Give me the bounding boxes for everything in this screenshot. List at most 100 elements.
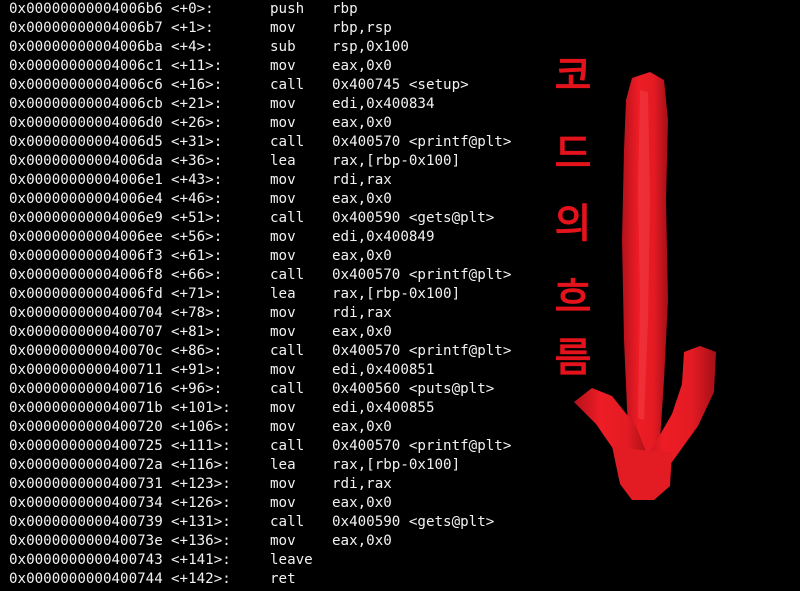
instruction-mnemonic: mov bbox=[270, 362, 296, 378]
instruction-offset: <+71>: bbox=[171, 286, 223, 302]
instruction-address: 0x000000000040071b bbox=[9, 400, 163, 416]
disassembly-line: 0x0000000000400744 <+142>: ret bbox=[9, 570, 549, 589]
instruction-address: 0x0000000000400704 bbox=[9, 305, 163, 321]
instruction-address: 0x0000000000400707 bbox=[9, 324, 163, 340]
instruction-address: 0x00000000004006e1 bbox=[9, 172, 163, 188]
instruction-offset: <+26>: bbox=[171, 115, 223, 131]
disassembly-line: 0x0000000000400711 <+91>: mov edi,0x400851 bbox=[9, 361, 549, 380]
instruction-offset: <+96>: bbox=[171, 381, 223, 397]
disassembly-line: 0x00000000004006c6 <+16>: call 0x400745 <se… bbox=[9, 76, 549, 95]
instruction-address: 0x00000000004006f8 bbox=[9, 267, 163, 283]
instruction-address: 0x00000000004006f3 bbox=[9, 248, 163, 264]
instruction-offset: <+11>: bbox=[171, 58, 223, 74]
instruction-operands: 0x400570 <printf@plt> bbox=[332, 134, 512, 150]
instruction-offset: <+123>: bbox=[171, 476, 231, 492]
instruction-operands: rsp,0x100 bbox=[332, 39, 409, 55]
disassembly-line: 0x00000000004006b6 <+0>: push rbp bbox=[9, 0, 549, 19]
instruction-mnemonic: mov bbox=[270, 533, 296, 549]
instruction-operands: eax,0x0 bbox=[332, 191, 392, 207]
instruction-mnemonic: mov bbox=[270, 191, 296, 207]
disassembly-line: 0x000000000040073e <+136>: mov eax,0x0 bbox=[9, 532, 549, 551]
instruction-operands: eax,0x0 bbox=[332, 495, 392, 511]
instruction-address: 0x00000000004006da bbox=[9, 153, 163, 169]
instruction-address: 0x00000000004006b7 bbox=[9, 20, 163, 36]
instruction-operands: eax,0x0 bbox=[332, 115, 392, 131]
instruction-mnemonic: lea bbox=[270, 457, 296, 473]
instruction-mnemonic: call bbox=[270, 438, 305, 454]
instruction-address: 0x00000000004006c6 bbox=[9, 77, 163, 93]
instruction-offset: <+4>: bbox=[171, 39, 214, 55]
instruction-mnemonic: sub bbox=[270, 39, 296, 55]
instruction-mnemonic: mov bbox=[270, 476, 296, 492]
instruction-mnemonic: call bbox=[270, 343, 305, 359]
instruction-mnemonic: mov bbox=[270, 324, 296, 340]
disassembly-line: 0x0000000000400704 <+78>: mov rdi,rax bbox=[9, 304, 549, 323]
instruction-mnemonic: mov bbox=[270, 229, 296, 245]
instruction-offset: <+16>: bbox=[171, 77, 223, 93]
instruction-offset: <+86>: bbox=[171, 343, 223, 359]
instruction-address: 0x00000000004006cb bbox=[9, 96, 163, 112]
instruction-address: 0x0000000000400711 bbox=[9, 362, 163, 378]
instruction-address: 0x00000000004006fd bbox=[9, 286, 163, 302]
disassembly-line: 0x00000000004006e9 <+51>: call 0x400590 <ge… bbox=[9, 209, 549, 228]
disassembly-line: 0x00000000004006f3 <+61>: mov eax,0x0 bbox=[9, 247, 549, 266]
instruction-mnemonic: leave bbox=[270, 552, 313, 568]
disassembly-line: 0x0000000000400716 <+96>: call 0x400560 <pu… bbox=[9, 380, 549, 399]
disassembly-line: 0x000000000040070c <+86>: call 0x400570 <pr… bbox=[9, 342, 549, 361]
disassembly-line: 0x00000000004006ba <+4>: sub rsp,0x100 bbox=[9, 38, 549, 57]
instruction-address: 0x00000000004006e9 bbox=[9, 210, 163, 226]
instruction-mnemonic: mov bbox=[270, 115, 296, 131]
instruction-address: 0x00000000004006ee bbox=[9, 229, 163, 245]
instruction-mnemonic: mov bbox=[270, 96, 296, 112]
instruction-mnemonic: push bbox=[270, 1, 305, 17]
instruction-offset: <+43>: bbox=[171, 172, 223, 188]
disassembly-line: 0x00000000004006ee <+56>: mov edi,0x400849 bbox=[9, 228, 549, 247]
instruction-offset: <+66>: bbox=[171, 267, 223, 283]
instruction-operands: eax,0x0 bbox=[332, 324, 392, 340]
instruction-operands: edi,0x400849 bbox=[332, 229, 435, 245]
disassembly-line: 0x000000000040072a <+116>: lea rax,[rbp-0x1… bbox=[9, 456, 549, 475]
instruction-address: 0x0000000000400743 bbox=[9, 552, 163, 568]
instruction-address: 0x0000000000400744 bbox=[9, 571, 163, 587]
instruction-offset: <+141>: bbox=[171, 552, 231, 568]
instruction-offset: <+91>: bbox=[171, 362, 223, 378]
instruction-mnemonic: lea bbox=[270, 153, 296, 169]
instruction-address: 0x000000000040070c bbox=[9, 343, 163, 359]
disassembly-line: 0x0000000000400720 <+106>: mov eax,0x0 bbox=[9, 418, 549, 437]
instruction-operands: edi,0x400851 bbox=[332, 362, 435, 378]
disassembly-line: 0x00000000004006f8 <+66>: call 0x400570 <pr… bbox=[9, 266, 549, 285]
instruction-offset: <+126>: bbox=[171, 495, 231, 511]
instruction-offset: <+1>: bbox=[171, 20, 214, 36]
instruction-operands: eax,0x0 bbox=[332, 533, 392, 549]
instruction-address: 0x00000000004006ba bbox=[9, 39, 163, 55]
instruction-address: 0x0000000000400739 bbox=[9, 514, 163, 530]
instruction-address: 0x00000000004006e4 bbox=[9, 191, 163, 207]
disassembly-line: 0x00000000004006e4 <+46>: mov eax,0x0 bbox=[9, 190, 549, 209]
instruction-offset: <+46>: bbox=[171, 191, 223, 207]
instruction-mnemonic: mov bbox=[270, 172, 296, 188]
disassembly-line: 0x00000000004006e1 <+43>: mov rdi,rax bbox=[9, 171, 549, 190]
down-arrow-icon bbox=[574, 72, 716, 500]
instruction-operands: 0x400590 <gets@plt> bbox=[332, 210, 495, 226]
disassembly-line: 0x00000000004006c1 <+11>: mov eax,0x0 bbox=[9, 57, 549, 76]
instruction-offset: <+0>: bbox=[171, 1, 214, 17]
instruction-offset: <+136>: bbox=[171, 533, 231, 549]
instruction-offset: <+142>: bbox=[171, 571, 231, 587]
disassembly-line: 0x00000000004006d5 <+31>: call 0x400570 <pr… bbox=[9, 133, 549, 152]
instruction-offset: <+78>: bbox=[171, 305, 223, 321]
instruction-operands: 0x400590 <gets@plt> bbox=[332, 514, 495, 530]
instruction-operands: rax,[rbp-0x100] bbox=[332, 286, 461, 302]
disassembly-line: 0x00000000004006cb <+21>: mov edi,0x400834 bbox=[9, 95, 549, 114]
instruction-offset: <+36>: bbox=[171, 153, 223, 169]
instruction-operands: rax,[rbp-0x100] bbox=[332, 153, 461, 169]
instruction-mnemonic: mov bbox=[270, 20, 296, 36]
instruction-address: 0x000000000040072a bbox=[9, 457, 163, 473]
arrow-tip bbox=[612, 446, 672, 500]
instruction-offset: <+131>: bbox=[171, 514, 231, 530]
instruction-offset: <+111>: bbox=[171, 438, 231, 454]
disassembly-line: 0x0000000000400725 <+111>: call 0x400570 <p… bbox=[9, 437, 549, 456]
instruction-mnemonic: call bbox=[270, 267, 305, 283]
instruction-mnemonic: mov bbox=[270, 305, 296, 321]
instruction-operands: 0x400570 <printf@plt> bbox=[332, 438, 512, 454]
disassembly-line: 0x00000000004006fd <+71>: lea rax,[rbp-0x10… bbox=[9, 285, 549, 304]
